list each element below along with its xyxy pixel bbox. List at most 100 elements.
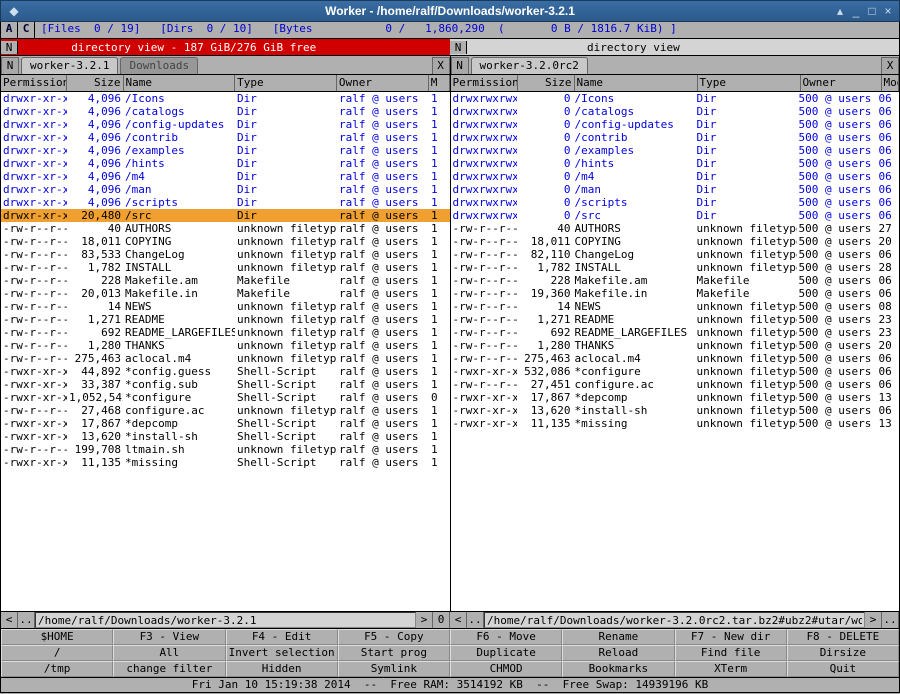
hdr-name[interactable]: Name xyxy=(124,75,236,91)
dirview-n-right[interactable]: N xyxy=(450,41,467,54)
path-right-input[interactable] xyxy=(484,612,865,628)
fkey-button[interactable]: XTerm xyxy=(675,661,787,677)
file-row[interactable]: -rw-r--r--20,013 Makefile.inMakefileralf… xyxy=(1,287,450,300)
file-row[interactable]: -rw-r--r--27,468 configure.acunknown fil… xyxy=(1,404,450,417)
fkey-button[interactable]: Start prog xyxy=(338,645,450,661)
file-row[interactable]: -rw-r--r--40 AUTHORSunknown filetype500 … xyxy=(451,222,900,235)
file-row[interactable]: -rwxr-xr-x13,620*install-shunknown filet… xyxy=(451,404,900,417)
right-file-list[interactable]: drwxrwxrwx0/IconsDir500 @ users06 Ndrwxr… xyxy=(451,92,900,611)
hdr-permission[interactable]: Permission xyxy=(1,75,67,91)
file-row[interactable]: -rw-r--r--692 README_LARGEFILESunknown f… xyxy=(451,326,900,339)
file-row[interactable]: drwxr-xr-x4,096/catalogsDirralf @ users1 xyxy=(1,105,450,118)
fkey-button[interactable]: F3 - View xyxy=(113,629,225,645)
file-row[interactable]: drwxrwxrwx0/manDir500 @ users06 N xyxy=(451,183,900,196)
left-tab-0[interactable]: worker-3.2.1 xyxy=(21,57,118,74)
file-row[interactable]: -rwxr-xr-x33,387*config.subShell-Scriptr… xyxy=(1,378,450,391)
left-tab-n[interactable]: N xyxy=(1,57,19,74)
fkey-button[interactable]: Hidden xyxy=(226,661,338,677)
right-tab-close[interactable]: X xyxy=(881,57,899,74)
file-row[interactable]: -rw-r--r--275,463 aclocal.m4unknown file… xyxy=(1,352,450,365)
path-right-up-icon[interactable]: .. xyxy=(467,612,484,628)
file-row[interactable]: -rw-r--r--40 AUTHORSunknown filetyperalf… xyxy=(1,222,450,235)
file-row[interactable]: -rw-r--r--18,011 COPYINGunknown filetype… xyxy=(1,235,450,248)
file-row[interactable]: drwxr-xr-x4,096/scriptsDirralf @ users1 xyxy=(1,196,450,209)
file-row[interactable]: drwxrwxrwx0/examplesDir500 @ users06 N xyxy=(451,144,900,157)
left-tab-1[interactable]: Downloads xyxy=(120,57,198,74)
fkey-button[interactable]: / xyxy=(1,645,113,661)
file-row[interactable]: drwxrwxrwx0/IconsDir500 @ users06 N xyxy=(451,92,900,105)
fkey-button[interactable]: Symlink xyxy=(338,661,450,677)
fkey-button[interactable]: All xyxy=(113,645,225,661)
file-row[interactable]: -rwxr-xr-x44,892*config.guessShell-Scrip… xyxy=(1,365,450,378)
right-tab-n[interactable]: N xyxy=(451,57,469,74)
maximize-icon[interactable]: □ xyxy=(865,4,879,18)
a-button[interactable]: A xyxy=(1,22,18,38)
file-row[interactable]: -rw-r--r--1,782 INSTALLunknown filetyper… xyxy=(1,261,450,274)
fkey-button[interactable]: Find file xyxy=(675,645,787,661)
file-row[interactable]: -rw-r--r--82,110 ChangeLogunknown filety… xyxy=(451,248,900,261)
file-row[interactable]: -rw-r--r--1,280 THANKSunknown filetype50… xyxy=(451,339,900,352)
hdr-mod[interactable]: M xyxy=(429,75,450,91)
file-row[interactable]: -rw-r--r--83,533 ChangeLogunknown filety… xyxy=(1,248,450,261)
file-row[interactable]: drwxrwxrwx0/srcDir500 @ users06 N xyxy=(451,209,900,222)
hdr-mod-r[interactable]: Modi xyxy=(882,75,900,91)
fkey-button[interactable]: /tmp xyxy=(1,661,113,677)
file-row[interactable]: -rw-r--r--1,782 INSTALLunknown filetype5… xyxy=(451,261,900,274)
fkey-button[interactable]: Dirsize xyxy=(787,645,899,661)
fkey-button[interactable]: Invert selection xyxy=(226,645,338,661)
fkey-button[interactable]: F7 - New dir xyxy=(675,629,787,645)
window-menu-icon[interactable]: ◆ xyxy=(7,4,21,18)
fkey-button[interactable]: Bookmarks xyxy=(562,661,674,677)
file-row[interactable]: drwxr-xr-x20,480/srcDirralf @ users1 xyxy=(1,209,450,222)
file-row[interactable]: -rw-r--r--1,271 READMEunknown filetypera… xyxy=(1,313,450,326)
hdr-type-r[interactable]: Type xyxy=(698,75,801,91)
left-file-list[interactable]: drwxr-xr-x4,096/IconsDirralf @ users1drw… xyxy=(1,92,450,611)
fkey-button[interactable]: F5 - Copy xyxy=(338,629,450,645)
file-row[interactable]: -rwxr-xr-x17,867*depcompunknown filetype… xyxy=(451,391,900,404)
fkey-button[interactable]: Quit xyxy=(787,661,899,677)
file-row[interactable]: drwxrwxrwx0/contribDir500 @ users06 N xyxy=(451,131,900,144)
path-left-zero[interactable]: 0 xyxy=(433,612,450,628)
right-tab-0[interactable]: worker-3.2.0rc2 xyxy=(471,57,588,74)
file-row[interactable]: -rw-r--r--1,271 READMEunknown filetype50… xyxy=(451,313,900,326)
fkey-button[interactable]: Rename xyxy=(562,629,674,645)
path-right-hist-icon[interactable]: > xyxy=(865,612,882,628)
file-row[interactable]: -rw-r--r--1,280 THANKSunknown filetypera… xyxy=(1,339,450,352)
path-right-prev-icon[interactable]: < xyxy=(450,612,467,628)
file-row[interactable]: drwxrwxrwx0/config-updatesDir500 @ users… xyxy=(451,118,900,131)
file-row[interactable]: -rwxr-xr-x17,867*depcompShell-Scriptralf… xyxy=(1,417,450,430)
shade-icon[interactable]: ▴ xyxy=(833,4,847,18)
hdr-size[interactable]: Size xyxy=(67,75,123,91)
fkey-button[interactable]: F4 - Edit xyxy=(226,629,338,645)
file-row[interactable]: -rw-r--r--14 NEWSunknown filetyperalf @ … xyxy=(1,300,450,313)
path-left-input[interactable] xyxy=(35,612,416,628)
file-row[interactable]: -rw-r--r--18,011 COPYINGunknown filetype… xyxy=(451,235,900,248)
fkey-button[interactable]: F6 - Move xyxy=(450,629,562,645)
file-row[interactable]: drwxr-xr-x4,096/IconsDirralf @ users1 xyxy=(1,92,450,105)
hdr-type[interactable]: Type xyxy=(235,75,337,91)
fkey-button[interactable]: Reload xyxy=(562,645,674,661)
file-row[interactable]: drwxr-xr-x4,096/contribDirralf @ users1 xyxy=(1,131,450,144)
file-row[interactable]: -rw-r--r--27,451 configure.acunknown fil… xyxy=(451,378,900,391)
minimize-icon[interactable]: _ xyxy=(849,4,863,18)
file-row[interactable]: drwxr-xr-x4,096/examplesDirralf @ users1 xyxy=(1,144,450,157)
fkey-button[interactable]: change filter xyxy=(113,661,225,677)
close-icon[interactable]: × xyxy=(881,4,895,18)
hdr-owner[interactable]: Owner xyxy=(337,75,429,91)
fkey-button[interactable]: CHMOD xyxy=(450,661,562,677)
file-row[interactable]: -rwxr-xr-x11,135*missingShell-Scriptralf… xyxy=(1,456,450,469)
file-row[interactable]: drwxr-xr-x4,096/m4Dirralf @ users1 xyxy=(1,170,450,183)
file-row[interactable]: drwxrwxrwx0/hintsDir500 @ users06 N xyxy=(451,157,900,170)
file-row[interactable]: drwxrwxrwx0/scriptsDir500 @ users06 N xyxy=(451,196,900,209)
fkey-button[interactable]: $HOME xyxy=(1,629,113,645)
left-tab-close[interactable]: X xyxy=(432,57,450,74)
fkey-button[interactable]: Duplicate xyxy=(450,645,562,661)
file-row[interactable]: -rw-r--r--19,360 Makefile.inMakefile500 … xyxy=(451,287,900,300)
file-row[interactable]: drwxrwxrwx0/catalogsDir500 @ users06 N xyxy=(451,105,900,118)
file-row[interactable]: -rw-r--r--14 NEWSunknown filetype500 @ u… xyxy=(451,300,900,313)
file-row[interactable]: -rwxr-xr-x13,620*install-shShell-Scriptr… xyxy=(1,430,450,443)
hdr-permission-r[interactable]: Permission xyxy=(451,75,518,91)
file-row[interactable]: drwxr-xr-x4,096/manDirralf @ users1 xyxy=(1,183,450,196)
hdr-owner-r[interactable]: Owner xyxy=(801,75,882,91)
file-row[interactable]: -rw-r--r--228 Makefile.amMakefileralf @ … xyxy=(1,274,450,287)
